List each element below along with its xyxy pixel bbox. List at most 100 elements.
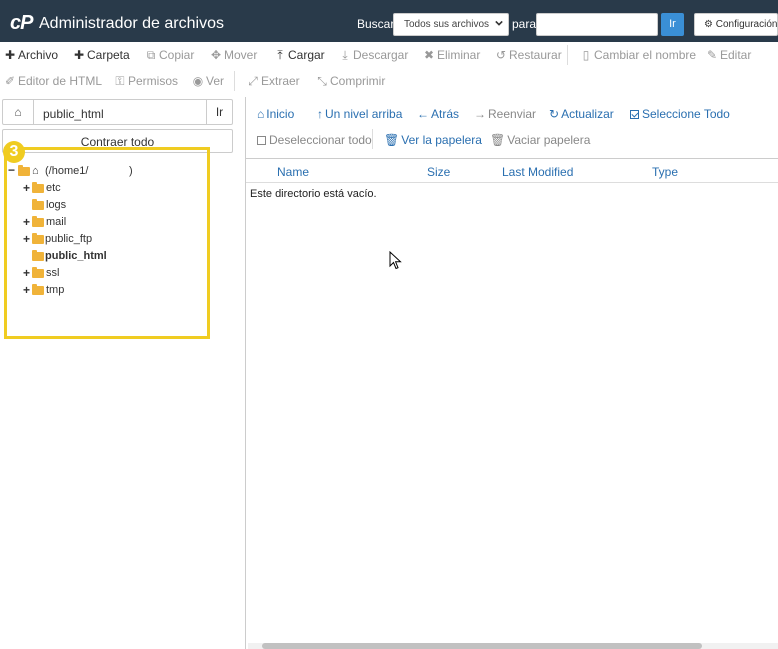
reload-button[interactable]: ↻ Actualizar: [549, 107, 614, 121]
folder-icon: [32, 216, 44, 227]
search-scope-value: Todos sus archivos: [404, 19, 490, 30]
chevron-down-icon: [495, 20, 503, 26]
delete-button[interactable]: ✖ Eliminar: [423, 48, 480, 62]
level-up-icon: ↑: [317, 107, 323, 121]
unselect-all-button[interactable]: Deseleccionar todo: [257, 133, 372, 147]
folder-icon: [32, 199, 44, 210]
tree-item-logs[interactable]: logs: [23, 197, 173, 213]
toolbar-row-1: ✚ Archivo ✚ Carpeta ⧉ Copiar ✥ Mover ⤒ Cargar…: [0, 42, 778, 68]
up-one-level-button[interactable]: ↑ Un nivel arriba: [317, 107, 402, 121]
file-icon: ▯: [582, 48, 590, 62]
forward-button[interactable]: → Reenviar: [474, 107, 536, 121]
copy-icon: ⧉: [146, 48, 156, 62]
new-folder-button[interactable]: ✚ Carpeta: [73, 48, 130, 62]
restore-button[interactable]: ↺ Restaurar: [495, 48, 562, 62]
tree-root[interactable]: − ⌂ (/home1/ ): [8, 163, 208, 179]
path-input[interactable]: public_html: [43, 107, 104, 121]
open-folder-icon: [18, 165, 30, 176]
toolbar-row-2: ✐ Editor de HTML ⚿ Permisos ◉ Ver ⤢ Extraer …: [0, 68, 778, 94]
home-icon[interactable]: ⌂: [3, 100, 34, 124]
column-name[interactable]: Name: [277, 165, 309, 179]
tree-item-label: etc: [46, 182, 61, 194]
search-input[interactable]: [536, 13, 658, 36]
toolbar-divider: [234, 71, 235, 91]
select-all-button[interactable]: Seleccione Todo: [630, 107, 730, 121]
tree-item-mail[interactable]: + mail: [23, 214, 173, 230]
tree-item-public-ftp[interactable]: + public_ftp: [23, 231, 173, 247]
column-last-modified[interactable]: Last Modified: [502, 165, 573, 179]
tree-item-etc[interactable]: + etc: [23, 180, 173, 196]
column-type[interactable]: Type: [652, 165, 678, 179]
copy-button[interactable]: ⧉ Copiar: [145, 48, 195, 63]
move-icon: ✥: [210, 48, 222, 62]
download-icon: ⤓: [342, 48, 348, 62]
view-trash-button[interactable]: 🗑 Ver la papelera: [384, 133, 482, 147]
move-button[interactable]: ✥ Mover: [210, 48, 257, 62]
column-size[interactable]: Size: [427, 165, 450, 179]
square-icon: [257, 136, 266, 145]
permissions-button[interactable]: ⚿ Permisos: [114, 74, 178, 89]
edit-box-icon: ✐: [4, 74, 16, 88]
tree-item-label: ssl: [46, 267, 60, 279]
folder-icon: [32, 250, 44, 261]
tree-item-public-html[interactable]: public_html: [23, 248, 173, 264]
empty-directory-message: Este directorio está vacío.: [250, 188, 377, 200]
expand-toggle-icon[interactable]: +: [23, 180, 32, 196]
expand-icon: ⤢: [248, 74, 258, 88]
collapse-toggle-icon[interactable]: −: [8, 162, 17, 178]
tree-item-label: public_html: [45, 250, 107, 262]
tree-item-ssl[interactable]: + ssl: [23, 265, 173, 281]
html-editor-button[interactable]: ✐ Editor de HTML: [4, 74, 102, 88]
expand-toggle-icon[interactable]: +: [23, 265, 32, 281]
app-title: Administrador de archivos: [39, 15, 224, 32]
path-go-button[interactable]: Ir: [206, 100, 232, 124]
search-go-button[interactable]: Ir: [661, 13, 684, 36]
upload-icon: ⤒: [277, 48, 283, 62]
eye-icon: ◉: [192, 74, 204, 88]
expand-toggle-icon[interactable]: +: [23, 214, 32, 230]
new-file-button[interactable]: ✚ Archivo: [4, 48, 58, 62]
folder-icon: [32, 267, 44, 278]
extract-button[interactable]: ⤢ Extraer: [247, 74, 300, 89]
directory-tree-pane: ⌂ public_html Ir Contraer todo 3 − ⌂ (/h…: [0, 97, 245, 649]
settings-button[interactable]: ⚙ Configuración: [694, 13, 778, 36]
tree-root-label: (/home1/: [45, 165, 89, 177]
tree-item-label: public_ftp: [45, 233, 93, 245]
empty-trash-button[interactable]: 🗑 Vaciar papelera: [490, 133, 590, 147]
compress-icon: ⤡: [317, 74, 327, 88]
plus-icon: ✚: [4, 48, 16, 62]
cpanel-logo[interactable]: cP: [10, 13, 33, 33]
edit-button[interactable]: ✎ Editar: [706, 48, 751, 62]
arrow-left-icon: ←: [417, 107, 429, 121]
download-button[interactable]: ⤓ Descargar: [339, 48, 408, 63]
tree-item-label: logs: [46, 199, 67, 211]
expand-toggle-icon[interactable]: +: [23, 282, 32, 298]
tree-root-label-end: ): [129, 165, 133, 177]
scrollbar-thumb[interactable]: [262, 643, 702, 649]
home-button[interactable]: ⌂ Inicio: [257, 107, 294, 121]
compress-button[interactable]: ⤡ Comprimir: [316, 74, 385, 89]
tree-item-label: tmp: [46, 284, 65, 296]
check-square-icon: [630, 110, 639, 119]
nav-divider: [372, 129, 373, 149]
folder-icon: [32, 284, 44, 295]
search-for-label: para: [512, 17, 537, 31]
upload-button[interactable]: ⤒ Cargar: [274, 48, 324, 63]
horizontal-scrollbar[interactable]: [248, 643, 778, 649]
view-button[interactable]: ◉ Ver: [192, 74, 224, 88]
path-bar: ⌂ public_html Ir: [2, 99, 233, 125]
toolbar-divider: [567, 45, 568, 65]
search-label: Buscar: [357, 17, 395, 31]
nav-row-1: ⌂ Inicio ↑ Un nivel arriba ← Atrás → Reenvia…: [246, 100, 778, 126]
folder-icon: [32, 233, 44, 244]
back-button[interactable]: ← Atrás: [417, 107, 459, 121]
expand-toggle-icon[interactable]: +: [23, 231, 32, 247]
trash-icon: 🗑: [384, 133, 400, 147]
file-list-pane: ⌂ Inicio ↑ Un nivel arriba ← Atrás → Reenvia…: [246, 97, 778, 649]
undo-icon: ↺: [495, 48, 507, 62]
rename-button[interactable]: ▯ Cambiar el nombre: [580, 48, 696, 62]
search-scope-select[interactable]: Todos sus archivos: [393, 13, 509, 36]
nav-row-2: Deseleccionar todo 🗑 Ver la papelera 🗑 Vac…: [246, 126, 778, 152]
tree-item-tmp[interactable]: + tmp: [23, 282, 173, 298]
gear-icon: ⚙: [704, 19, 713, 30]
